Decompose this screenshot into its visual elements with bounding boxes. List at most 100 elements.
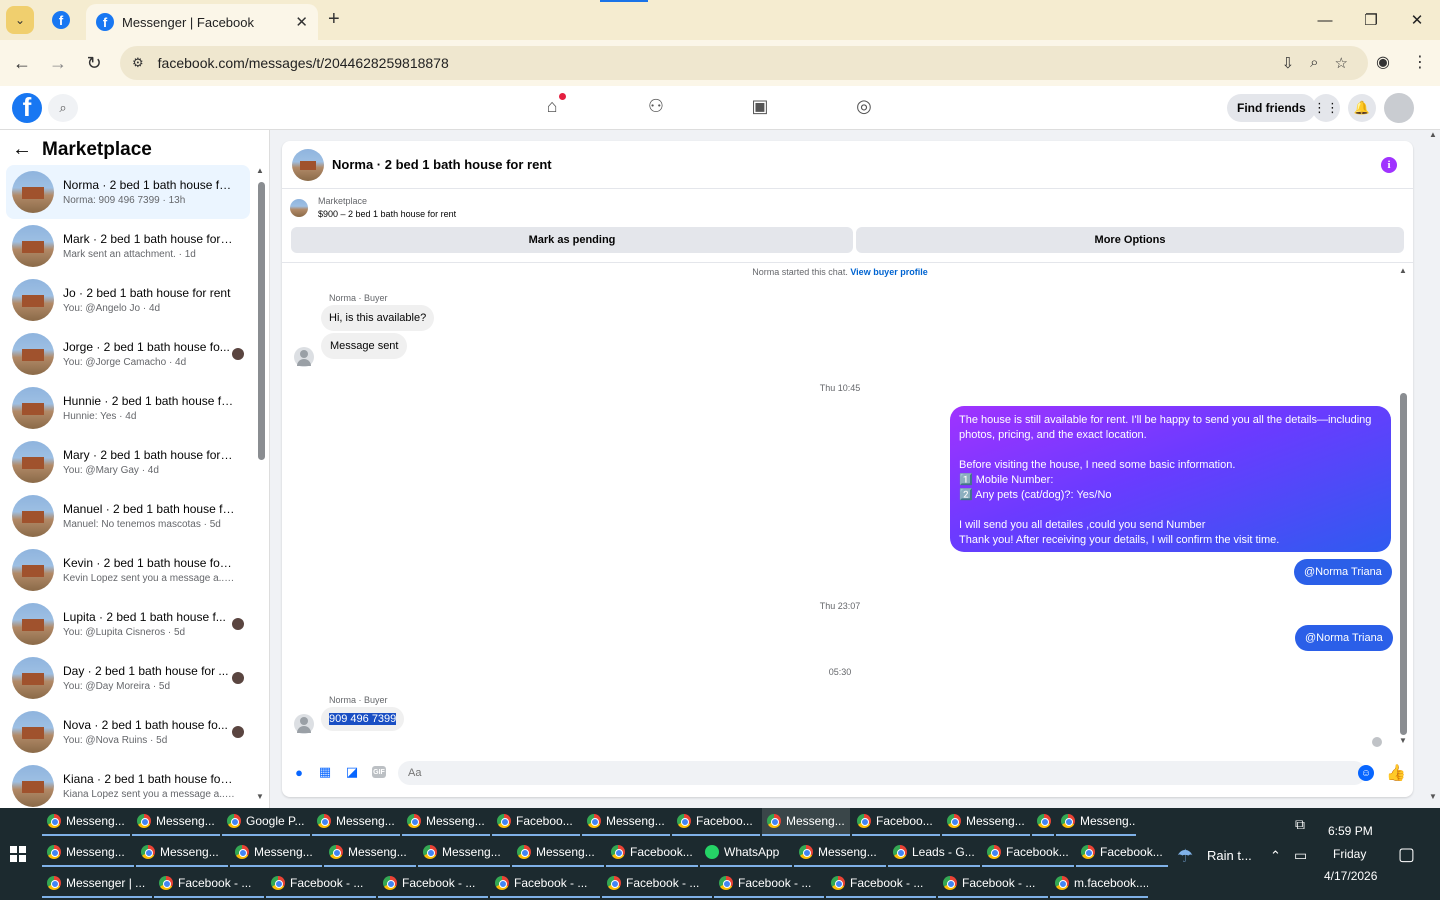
notifications-bell-icon[interactable]: 🔔 (1348, 94, 1376, 122)
minimize-button[interactable]: — (1302, 0, 1348, 40)
chat-scroll-up-arrow[interactable]: ▲ (1399, 266, 1407, 275)
scroll-up-arrow[interactable]: ▲ (256, 166, 264, 175)
message-input[interactable] (398, 761, 1366, 785)
address-bar[interactable]: ⚙ facebook.com/messages/t/20446282598188… (120, 46, 1368, 80)
zoom-icon[interactable]: ⌕ (1310, 54, 1318, 72)
outgoing-mention[interactable]: @Norma Triana (1295, 625, 1393, 651)
video-icon[interactable]: ▣ (748, 96, 772, 117)
incoming-message-phone[interactable]: 909 496 7399 (321, 707, 405, 731)
tab-search-button[interactable]: ⌄ (6, 6, 34, 34)
bookmark-star-icon[interactable]: ☆ (1335, 54, 1348, 72)
conversation-item[interactable]: Mark · 2 bed 1 bath house for r... Mark s… (6, 219, 250, 273)
facebook-logo-icon[interactable]: f (12, 93, 42, 123)
taskbar-window-button[interactable]: Facebook - ... (602, 870, 712, 898)
sticker-icon[interactable]: ◪ (345, 764, 359, 779)
taskbar-window-button[interactable]: Faceboo... (672, 808, 760, 836)
conversation-item[interactable]: Mary · 2 bed 1 bath house for r... You: @… (6, 435, 250, 489)
taskbar-window-button[interactable] (1032, 808, 1054, 836)
taskbar-window-button[interactable]: Messeng... (582, 808, 670, 836)
maximize-button[interactable]: ❐ (1348, 0, 1394, 40)
page-scroll-down-arrow[interactable]: ▼ (1429, 792, 1437, 801)
forward-button[interactable]: → (40, 53, 76, 74)
taskbar-window-button[interactable]: Google P... (222, 808, 310, 836)
outgoing-mention[interactable]: @Norma Triana (1294, 559, 1392, 585)
taskbar-window-button[interactable]: Messeng... (942, 808, 1030, 836)
groups-icon[interactable]: ◎ (852, 96, 876, 117)
photo-icon[interactable]: ▦ (318, 764, 332, 779)
back-button[interactable]: ← (4, 53, 40, 74)
taskbar-window-button[interactable]: Messeng... (402, 808, 490, 836)
sidebar-scrollbar[interactable] (258, 182, 265, 460)
taskbar-window-button[interactable]: Messeng... (42, 808, 130, 836)
incoming-message[interactable]: Message sent (321, 333, 408, 359)
taskbar-window-button[interactable]: Messeng... (794, 839, 886, 867)
taskbar-window-button[interactable]: Messeng... (762, 808, 850, 836)
taskbar-window-button[interactable]: Messeng... (418, 839, 510, 867)
close-window-button[interactable]: ✕ (1394, 0, 1440, 40)
menu-grid-icon[interactable]: ⋮⋮ (1312, 94, 1340, 122)
taskbar-window-button[interactable]: Messeng... (230, 839, 322, 867)
taskbar-window-button[interactable]: Facebook... (1076, 839, 1168, 867)
task-view-icon[interactable]: ⧉ (1295, 816, 1305, 833)
taskbar-window-button[interactable]: Messenger | ... (42, 870, 152, 898)
taskbar-window-button[interactable]: Messeng... (132, 808, 220, 836)
more-options-button[interactable]: More Options (856, 227, 1404, 253)
taskbar-window-button[interactable]: Facebook - ... (826, 870, 936, 898)
taskbar-window-button[interactable]: Messeng... (512, 839, 604, 867)
conversation-item[interactable]: Kevin · 2 bed 1 bath house for r... Kevin… (6, 543, 250, 597)
conversation-item[interactable]: Norma · 2 bed 1 bath house for ... Norma:… (6, 165, 250, 219)
tray-chevron-up-icon[interactable]: ⌃ (1270, 848, 1281, 864)
taskbar-window-button[interactable]: WhatsApp (700, 839, 792, 867)
chat-scroll-down-arrow[interactable]: ▼ (1399, 736, 1407, 745)
chat-title[interactable]: Norma · 2 bed 1 bath house for rent (332, 157, 552, 172)
taskbar-window-button[interactable]: Facebook - ... (154, 870, 264, 898)
clock-time[interactable]: 6:59 PM (1328, 824, 1373, 838)
conversation-item[interactable]: Day · 2 bed 1 bath house for ... You: @Da… (6, 651, 250, 705)
install-app-icon[interactable]: ⇩ (1282, 54, 1295, 72)
taskbar-window-button[interactable]: Messeng... (1056, 808, 1136, 836)
taskbar-window-button[interactable]: m.facebook.... (1050, 870, 1148, 898)
notification-center-icon[interactable]: ▢ (1398, 844, 1415, 865)
taskbar-window-button[interactable]: Messeng... (324, 839, 416, 867)
conversation-item[interactable]: Kiana · 2 bed 1 bath house for r... Kiana… (6, 759, 250, 808)
incoming-message[interactable]: Hi, is this available? (321, 305, 435, 331)
view-buyer-profile-link[interactable]: View buyer profile (850, 267, 927, 277)
site-settings-icon[interactable]: ⚙ (132, 55, 144, 71)
emoji-icon[interactable]: ☺ (1358, 765, 1374, 781)
like-thumbs-up-icon[interactable]: 👍 (1386, 763, 1406, 783)
taskbar-window-button[interactable]: Facebook... (606, 839, 698, 867)
taskbar-window-button[interactable]: Messeng... (136, 839, 228, 867)
tab-messenger[interactable]: f Messenger | Facebook ✕ (86, 4, 318, 40)
facebook-pinned-tab-icon[interactable]: f (52, 11, 70, 29)
profile-icon[interactable]: ◉ (1376, 52, 1390, 72)
clock-day[interactable]: Friday (1333, 847, 1366, 861)
reload-button[interactable]: ↻ (76, 53, 112, 74)
taskbar-window-button[interactable]: Faceboo... (852, 808, 940, 836)
outgoing-message[interactable]: The house is still available for rent. I… (950, 406, 1391, 552)
listing-summary[interactable]: Marketplace $900 – 2 bed 1 bath house fo… (290, 196, 456, 219)
page-scroll-up-arrow[interactable]: ▲ (1429, 130, 1437, 139)
taskbar-window-button[interactable]: Facebook - ... (490, 870, 600, 898)
windows-start-icon[interactable] (10, 846, 26, 862)
menu-kebab-icon[interactable]: ⋮ (1412, 52, 1428, 72)
taskbar-window-button[interactable]: Faceboo... (492, 808, 580, 836)
info-icon[interactable]: i (1381, 157, 1397, 173)
home-icon[interactable]: ⌂ (540, 93, 566, 117)
mark-pending-button[interactable]: Mark as pending (291, 227, 853, 253)
account-avatar[interactable] (1384, 93, 1414, 123)
chat-scrollbar[interactable] (1400, 393, 1407, 735)
taskbar-window-button[interactable]: Messeng... (42, 839, 134, 867)
scroll-down-arrow[interactable]: ▼ (256, 792, 264, 801)
conversation-item[interactable]: Manuel · 2 bed 1 bath house for... Manuel… (6, 489, 250, 543)
taskbar-window-button[interactable]: Facebook - ... (938, 870, 1048, 898)
back-arrow-icon[interactable]: ← (12, 138, 32, 161)
gif-icon[interactable]: GIF (372, 766, 386, 778)
microphone-icon[interactable]: ● (292, 765, 306, 780)
friends-icon[interactable]: ⚇ (644, 96, 668, 117)
buyer-avatar[interactable] (294, 347, 314, 367)
tab-close-icon[interactable]: ✕ (295, 13, 308, 31)
weather-rain-icon[interactable]: ☂ (1177, 846, 1193, 867)
chat-listing-thumbnail[interactable] (292, 148, 324, 181)
conversation-item[interactable]: Jo · 2 bed 1 bath house for rent You: @An… (6, 273, 250, 327)
taskbar-window-button[interactable]: Leads - G... (888, 839, 980, 867)
